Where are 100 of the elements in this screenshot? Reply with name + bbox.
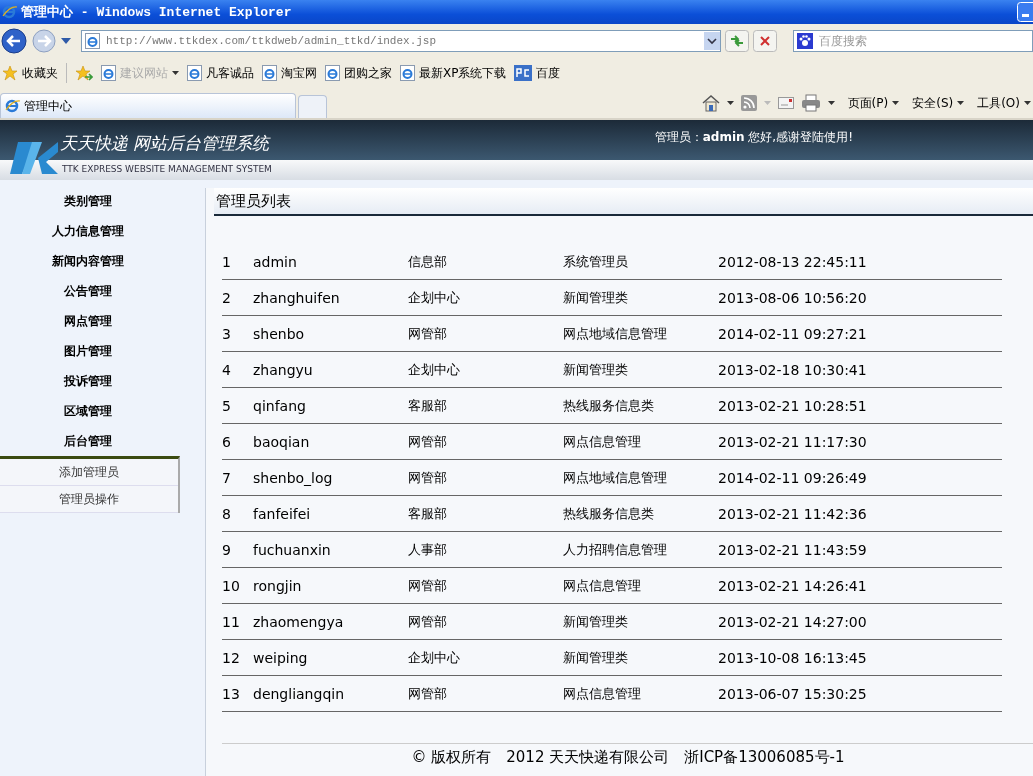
address-field[interactable]: http://www.ttkdex.com/ttkdweb/admin_ttkd/index.jsp xyxy=(81,30,721,52)
table-cell-text: 3 xyxy=(222,325,232,342)
sidebar-item[interactable]: 人力信息管理 xyxy=(0,216,205,246)
table-cell-text: 2013-02-21 10:28:51 xyxy=(718,397,868,414)
favorite-link[interactable]: 团购之家 xyxy=(325,64,392,82)
menu-button[interactable]: 页面(P) xyxy=(847,94,900,112)
table-cell-text: 6 xyxy=(222,433,232,450)
table-cell-text: 4 xyxy=(222,361,232,378)
favorite-link[interactable]: 百度 xyxy=(514,64,561,82)
table-cell-text: 客服部 xyxy=(408,396,448,415)
sidebar-item[interactable]: 区域管理 xyxy=(0,396,205,426)
table-cell-text: 2013-06-07 15:30:25 xyxy=(718,685,868,702)
sidebar-item[interactable]: 后台管理 xyxy=(0,426,205,456)
table-cell-text: 系统管理员 xyxy=(563,252,629,271)
table-cell-text: 企划中心 xyxy=(408,288,461,307)
table-cell-text: shenbo xyxy=(253,325,306,342)
table-cell-text: 12 xyxy=(222,649,241,666)
table-cell-text: 网管部 xyxy=(408,576,448,595)
page-icon xyxy=(101,65,116,81)
window-title: 管理中心 - Windows Internet Explorer xyxy=(21,3,293,21)
table-cell-text: dengliangqin xyxy=(253,685,346,702)
table-cell-text: weiping xyxy=(253,649,309,666)
table-cell-text: 信息部 xyxy=(408,252,448,271)
browser-logo-icon xyxy=(2,4,18,20)
table-cell-text: 2 xyxy=(222,289,232,306)
pc-logo-icon xyxy=(514,65,533,81)
table-cell-text: 10 xyxy=(222,577,241,594)
dropdown-caret-icon[interactable] xyxy=(61,38,71,44)
table-cell-text: 企划中心 xyxy=(408,648,461,667)
favorites-button[interactable]: 收藏夹 xyxy=(2,64,58,82)
site-subtitle: TTK EXPRESS WEBSITE MANAGEMENT SYSTEM xyxy=(61,163,273,176)
table-cell-text: 网点信息管理 xyxy=(563,576,642,595)
table-cell-text: 2013-02-21 11:43:59 xyxy=(718,541,868,558)
table-cell-text: 2013-02-21 14:26:41 xyxy=(718,577,868,594)
page-icon xyxy=(325,65,340,81)
table-cell-text: shenbo_log xyxy=(253,469,334,486)
table-cell-text: 2014-02-11 09:27:21 xyxy=(718,325,868,342)
table-cell-text: 2013-02-21 14:27:00 xyxy=(718,613,868,630)
paw-icon xyxy=(797,33,813,49)
stop-icon[interactable] xyxy=(753,30,777,52)
submenu-item[interactable]: 添加管理员 xyxy=(0,459,178,486)
menu-button[interactable]: 安全(S) xyxy=(912,94,965,112)
table-cell-text: 新闻管理类 xyxy=(563,648,629,667)
panel-title: 管理员列表 xyxy=(214,188,1033,216)
table-cell-text: 2013-10-08 16:13:45 xyxy=(718,649,868,666)
sidebar-item[interactable]: 新闻内容管理 xyxy=(0,246,205,276)
table-cell-text: qinfang xyxy=(253,397,307,414)
table-cell-text: 网管部 xyxy=(408,432,448,451)
table-cell-text: 2014-02-11 09:26:49 xyxy=(718,469,868,486)
table-cell-text: 11 xyxy=(222,613,241,630)
caret-icon xyxy=(1024,101,1031,105)
table-cell-text: fuchuanxin xyxy=(253,541,332,558)
refresh-icon[interactable] xyxy=(725,30,749,52)
table-cell-text: 人事部 xyxy=(408,540,448,559)
caret-icon[interactable] xyxy=(827,101,835,105)
ttk-logo-icon xyxy=(8,140,58,176)
sidebar-item[interactable]: 网点管理 xyxy=(0,306,205,336)
table-cell-text: 1 xyxy=(222,253,232,270)
table-cell-text: 人力招聘信息管理 xyxy=(563,540,668,559)
sidebar-item[interactable]: 图片管理 xyxy=(0,336,205,366)
table-cell-text: zhanghuifen xyxy=(253,289,341,306)
table-cell-text: 网管部 xyxy=(408,324,448,343)
page-icon xyxy=(262,65,277,81)
sidebar-item[interactable]: 投诉管理 xyxy=(0,366,205,396)
favorite-link[interactable]: 最新XP系统下载 xyxy=(400,64,507,82)
submenu-item[interactable]: 管理员操作 xyxy=(0,486,178,513)
table-cell-text: baoqian xyxy=(253,433,311,450)
printer-icon[interactable] xyxy=(800,94,821,112)
table-cell-text: zhaomengya xyxy=(253,613,345,630)
table-cell-text: 新闻管理类 xyxy=(563,288,629,307)
caret-icon[interactable] xyxy=(726,101,734,105)
dropdown-icon[interactable] xyxy=(704,32,720,50)
star-icon xyxy=(2,65,18,81)
search-box[interactable]: 百度搜索 xyxy=(793,30,1033,52)
table-cell-text: 2013-02-18 10:30:41 xyxy=(718,361,868,378)
page-icon xyxy=(85,33,100,49)
table-cell-text: 网点信息管理 xyxy=(563,432,642,451)
sidebar-item[interactable]: 类别管理 xyxy=(0,186,205,216)
table-cell-text: rongjin xyxy=(253,577,303,594)
table-cell-text: 网管部 xyxy=(408,468,448,487)
browser-tab[interactable]: 管理中心 xyxy=(0,93,296,118)
mail-icon[interactable] xyxy=(777,97,794,109)
table-cell-text: 网点地域信息管理 xyxy=(563,468,668,487)
feed-icon[interactable] xyxy=(740,95,757,111)
search-field[interactable]: 百度搜索 xyxy=(817,33,1032,49)
favorite-link[interactable]: 淘宝网 xyxy=(262,64,317,82)
add-favorite-icon[interactable] xyxy=(75,65,93,81)
page-icon xyxy=(400,65,415,81)
table-cell-text: fanfeifei xyxy=(253,505,312,522)
back-icon[interactable] xyxy=(1,28,27,54)
favorite-link[interactable]: 凡客诚品 xyxy=(187,64,254,82)
table-cell-text: 热线服务信息类 xyxy=(563,504,655,523)
menu-button[interactable]: 工具(O) xyxy=(977,94,1031,112)
table-cell-text: 网管部 xyxy=(408,684,448,703)
footer-text: © 版权所有 2012 天天快递有限公司 浙ICP备13006085号-1 xyxy=(222,743,1033,776)
sidebar-item[interactable]: 公告管理 xyxy=(0,276,205,306)
table-cell-text: 5 xyxy=(222,397,232,414)
minimize-icon[interactable] xyxy=(1017,2,1033,22)
table-cell-text: 客服部 xyxy=(408,504,448,523)
home-icon[interactable] xyxy=(701,94,720,112)
